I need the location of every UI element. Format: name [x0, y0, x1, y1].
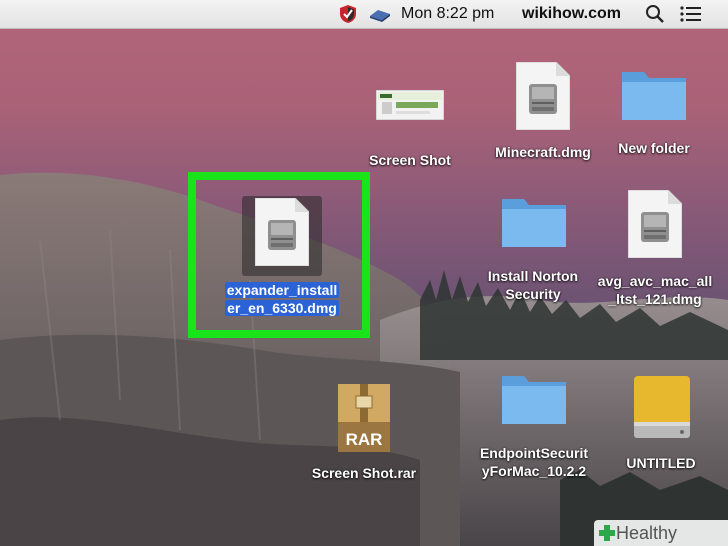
- untitled-drive-label: UNTITLED: [626, 455, 696, 471]
- endpoint-label-line1: EndpointSecurit: [479, 445, 589, 461]
- endpoint-security-label: EndpointSecurit yForMac_10.2.2: [470, 444, 598, 480]
- folder-icon: [502, 199, 566, 247]
- menu-clock[interactable]: Mon 8:22 pm: [401, 4, 494, 24]
- install-norton-folder[interactable]: [500, 193, 568, 249]
- watermark-text: Healthy Living: [616, 523, 678, 543]
- dmg-disk-image-icon: [627, 189, 683, 259]
- screen-shot-label: Screen Shot: [369, 152, 451, 168]
- install-norton-label: Install Norton Security: [470, 267, 596, 303]
- minecraft-dmg-label: Minecraft.dmg: [495, 144, 591, 160]
- screen-shot-file[interactable]: [375, 89, 445, 121]
- avg-dmg-label-line1: avg_avc_mac_all: [597, 273, 713, 289]
- spotlight-search-icon[interactable]: [645, 4, 665, 24]
- menu-bar: Mon 8:22 pm wikihow.com: [0, 0, 728, 29]
- endpoint-label-line2: yForMac_10.2.2: [481, 463, 587, 479]
- folder-icon: [622, 72, 686, 120]
- usb-drive-icon[interactable]: [368, 7, 392, 23]
- avg-dmg-file[interactable]: [627, 189, 683, 259]
- menu-site-label: wikihow.com: [522, 5, 621, 22]
- minecraft-dmg-file[interactable]: [515, 61, 571, 131]
- screen-shot-rar-label: Screen Shot.rar: [311, 465, 417, 481]
- notification-list-icon[interactable]: [680, 6, 702, 22]
- new-folder[interactable]: [620, 66, 688, 122]
- avg-dmg-label-line2: _ltst_121.dmg: [608, 291, 702, 307]
- folder-icon: [502, 376, 566, 424]
- endpoint-security-folder[interactable]: [500, 370, 568, 426]
- avg-dmg-label: avg_avc_mac_all _ltst_121.dmg: [592, 272, 718, 308]
- new-folder-label: New folder: [618, 140, 690, 156]
- norton-shield-icon[interactable]: [339, 4, 357, 24]
- desktop[interactable]: Mon 8:22 pm wikihow.com Screen Shot Mine…: [0, 0, 728, 546]
- rar-badge-text: RAR: [345, 430, 383, 449]
- plus-cross-icon: [599, 525, 615, 541]
- green-highlight-box: [188, 172, 370, 338]
- screenshot-thumbnail-icon: [375, 89, 445, 121]
- watermark: Healthy Living: [594, 520, 728, 546]
- external-drive-icon: [634, 376, 690, 438]
- screen-shot-rar-file[interactable]: RAR: [336, 382, 392, 454]
- install-norton-label-line2: Security: [505, 286, 561, 302]
- dmg-disk-image-icon: [515, 61, 571, 131]
- install-norton-label-line1: Install Norton: [487, 268, 579, 284]
- untitled-drive[interactable]: [632, 374, 692, 440]
